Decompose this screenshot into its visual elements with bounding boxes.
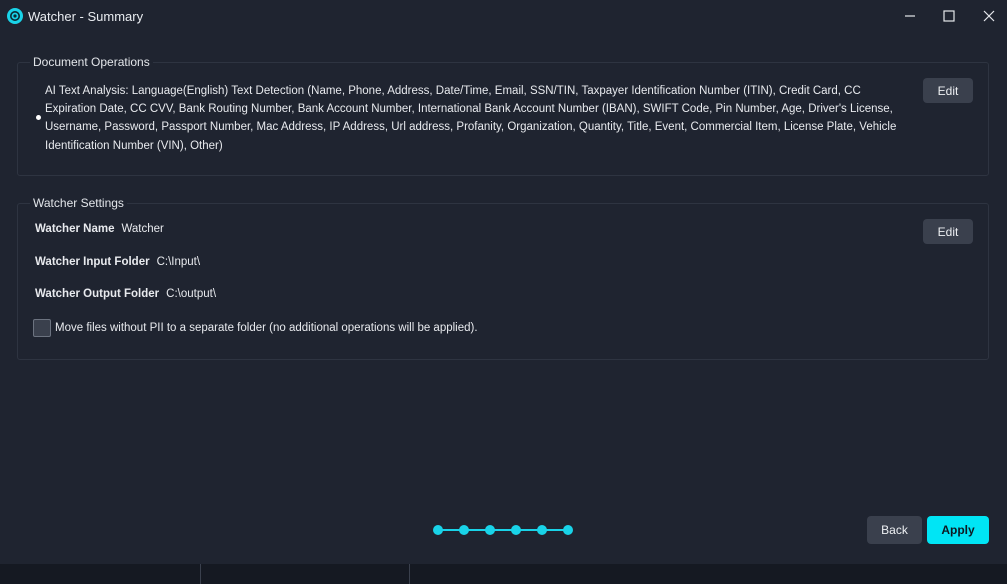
watcher-output-folder-label: Watcher Output Folder (35, 288, 160, 300)
close-icon (983, 10, 995, 22)
close-button[interactable] (974, 4, 1004, 28)
document-operations-panel: Document Operations AI Text Analysis: La… (17, 55, 989, 176)
step-dot-5 (537, 525, 547, 535)
apply-button[interactable]: Apply (927, 516, 989, 544)
strip-divider (200, 564, 201, 584)
app-logo-icon (7, 8, 23, 24)
watcher-input-folder-field: Watcher Input Folder C:\Input\ (35, 256, 200, 268)
minimize-button[interactable] (895, 4, 925, 28)
move-files-label: Move files without PII to a separate fol… (55, 322, 478, 334)
back-button[interactable]: Back (867, 516, 922, 544)
step-dot-3 (485, 525, 495, 535)
watcher-name-value: Watcher (121, 223, 164, 235)
move-files-checkbox[interactable] (33, 319, 51, 337)
watcher-name-label: Watcher Name (35, 223, 115, 235)
title-bar: Watcher - Summary (0, 0, 1007, 33)
bottom-status-strip (0, 564, 1007, 584)
minimize-icon (905, 15, 915, 17)
watcher-summary-window: Watcher - Summary Document Operations AI… (0, 0, 1007, 584)
watcher-settings-legend: Watcher Settings (30, 196, 127, 210)
watcher-settings-panel: Watcher Settings Edit Watcher Name Watche… (17, 196, 989, 360)
watcher-input-folder-value: C:\Input\ (156, 256, 201, 268)
watcher-name-field: Watcher Name Watcher (35, 223, 164, 235)
watcher-input-folder-label: Watcher Input Folder (35, 256, 150, 268)
step-dot-2 (459, 525, 469, 535)
bullet-icon (36, 115, 41, 120)
watcher-output-folder-value: C:\output\ (166, 288, 217, 300)
progress-stepper (433, 524, 573, 536)
move-files-option: Move files without PII to a separate fol… (33, 319, 478, 337)
ai-text-analysis-item: AI Text Analysis: Language(English) Text… (45, 85, 897, 152)
edit-document-operations-button[interactable]: Edit (923, 78, 973, 103)
edit-watcher-settings-button[interactable]: Edit (923, 219, 973, 244)
stepper-line (438, 529, 568, 531)
step-dot-6 (563, 525, 573, 535)
step-dot-4 (511, 525, 521, 535)
maximize-icon (943, 10, 955, 22)
document-operations-legend: Document Operations (30, 55, 153, 69)
window-title: Watcher - Summary (28, 9, 144, 24)
maximize-button[interactable] (934, 4, 964, 28)
step-dot-1 (433, 525, 443, 535)
watcher-output-folder-field: Watcher Output Folder C:\output\ (35, 288, 216, 300)
strip-divider (409, 564, 410, 584)
